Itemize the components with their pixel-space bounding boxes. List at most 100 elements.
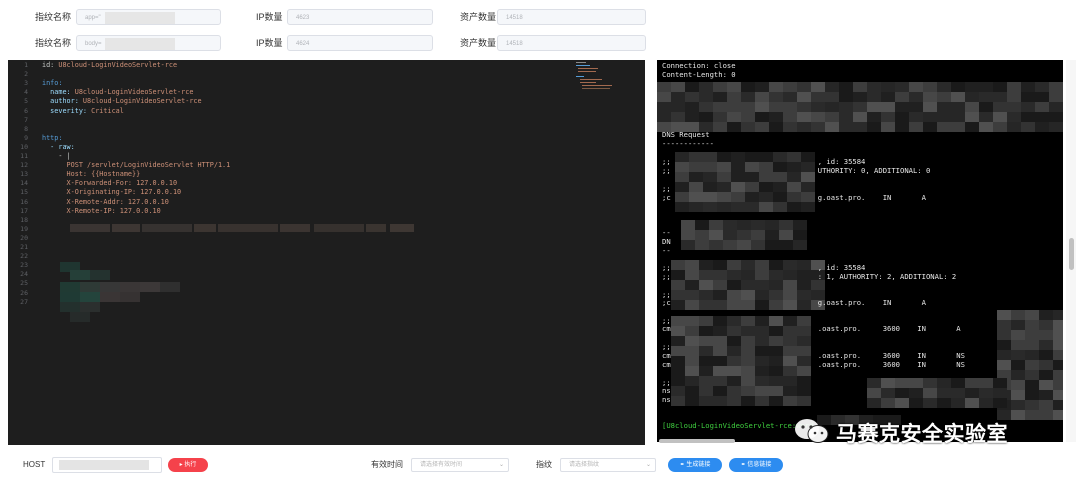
fingerprint-select[interactable]: 请选择指纹 ⌄ (560, 458, 656, 472)
redacted-block (769, 396, 783, 406)
code-line: name: U8cloud-LoginVideoServlet-rce (42, 88, 193, 96)
terminal-vertical-scrollbar[interactable] (1066, 60, 1076, 442)
asset-value-input[interactable]: 14518 (497, 35, 646, 51)
redacted-block (731, 182, 745, 192)
redacted-block (965, 122, 979, 132)
redacted-block (993, 92, 1007, 102)
redacted-block (853, 82, 867, 92)
code-token: U8cloud-LoginVideoServlet-rce (82, 97, 202, 106)
redacted-block (769, 122, 783, 132)
redacted-block (1053, 310, 1063, 320)
redacted-block (769, 92, 783, 102)
minimap-line (578, 71, 596, 72)
redacted-block (787, 202, 801, 212)
redacted-block (723, 230, 737, 240)
input-value: body= (85, 41, 102, 47)
terminal-line: ;; : 1, AUTHORITY: 2, ADDITIONAL: 2 (662, 272, 957, 281)
redacted-block (751, 240, 765, 250)
asset-value-input[interactable]: 14518 (497, 9, 646, 25)
line-number: 23 (20, 261, 28, 270)
redacted-block (741, 336, 755, 346)
redacted-block (727, 102, 741, 112)
redacted-block (1053, 320, 1063, 330)
terminal-line: ;c g.oast.pro. IN A (662, 193, 926, 202)
redacted-block (1007, 102, 1021, 112)
redacted-block (909, 112, 923, 122)
generate-link-button[interactable]: ⚭ 生成链接 (668, 458, 722, 472)
editor-minimap[interactable] (576, 62, 626, 92)
redacted-block (993, 82, 1007, 92)
line-number: 24 (20, 270, 28, 279)
ip-value-input[interactable]: 4623 (287, 9, 433, 25)
redacted-block (881, 92, 895, 102)
redacted-block (951, 378, 965, 388)
host-input[interactable] (52, 457, 162, 473)
redacted-block (979, 112, 993, 122)
info-link-button[interactable]: ⚭ 信息链接 (729, 458, 783, 472)
ip-value-input[interactable]: 4624 (287, 35, 433, 51)
redacted-block (811, 82, 825, 92)
terminal-line: ;; (662, 184, 671, 193)
redacted-block (951, 112, 965, 122)
redacted-block (741, 92, 755, 102)
redacted-block (765, 220, 779, 230)
redacted-block (1053, 330, 1063, 340)
redacted-block (713, 102, 727, 112)
run-button[interactable]: ▸ 执行 (168, 458, 208, 472)
redacted-block (60, 292, 80, 302)
redacted-block (811, 102, 825, 112)
redacted-block (839, 82, 853, 92)
name-value-input[interactable]: app=" (76, 9, 221, 25)
chevron-down-icon: ⌄ (498, 462, 504, 468)
redacted-block (909, 102, 923, 112)
redacted-block (60, 282, 80, 292)
code-line: author: U8cloud-LoginVideoServlet-rce (42, 97, 202, 106)
redacted-block (895, 398, 909, 408)
redacted-block (657, 92, 671, 102)
redacted-block (731, 202, 745, 212)
asset-label: 资产数量 (460, 38, 497, 48)
redacted-block (713, 122, 727, 132)
code-line: X-Originating-IP: 127.0.0.10 (42, 188, 182, 196)
redacted-block (685, 386, 699, 396)
terminal-output[interactable]: Connection: close Content-Length: 0 DNS Re… (657, 60, 1063, 442)
redacted-block (1021, 82, 1035, 92)
name-value-input[interactable]: body= (76, 35, 221, 51)
redacted-block (783, 376, 797, 386)
redacted-block (881, 82, 895, 92)
redacted-block (727, 280, 741, 290)
redacted-block (737, 230, 751, 240)
code-editor[interactable]: 1 2 3 4 5 6 7 8 9 10 11 12 13 14 15 16 17 18 19 20 21 22 23 24 2… (8, 60, 645, 445)
redacted-block (765, 230, 779, 240)
line-number: 17 (20, 206, 28, 215)
redacted-block (1039, 330, 1053, 340)
redacted-block (685, 92, 699, 102)
redacted-block (675, 202, 689, 212)
redacted-block (1007, 82, 1021, 92)
redacted-block (965, 398, 979, 408)
redacted-block (1053, 410, 1063, 420)
redacted-block (773, 182, 787, 192)
redacted-block (1053, 350, 1063, 360)
redacted-block (709, 220, 723, 230)
redacted-block (1035, 122, 1049, 132)
redacted-block (895, 122, 909, 132)
redacted-block (811, 280, 825, 290)
fingerprint-form: 指纹名称 app=" IP数量 4623 资产数量 14518 指纹名称 body= IP数量 4… (0, 0, 660, 58)
redacted-block (769, 112, 783, 122)
redacted-block (1025, 350, 1039, 360)
valid-time-select[interactable]: 请选择有效时间 ⌄ (411, 458, 509, 472)
redacted-block (797, 376, 811, 386)
redacted-block (895, 388, 909, 398)
scroll-thumb[interactable] (659, 439, 735, 443)
redacted-block (1053, 390, 1063, 400)
code-token: name: (42, 88, 75, 97)
redacted-block (965, 388, 979, 398)
scroll-thumb[interactable] (1069, 238, 1074, 270)
redacted-block (923, 112, 937, 122)
redacted-block (713, 112, 727, 122)
redacted-block (218, 223, 278, 232)
redacted-block (1021, 102, 1035, 112)
redacted-block (993, 378, 1007, 388)
redacted-block (867, 102, 881, 112)
